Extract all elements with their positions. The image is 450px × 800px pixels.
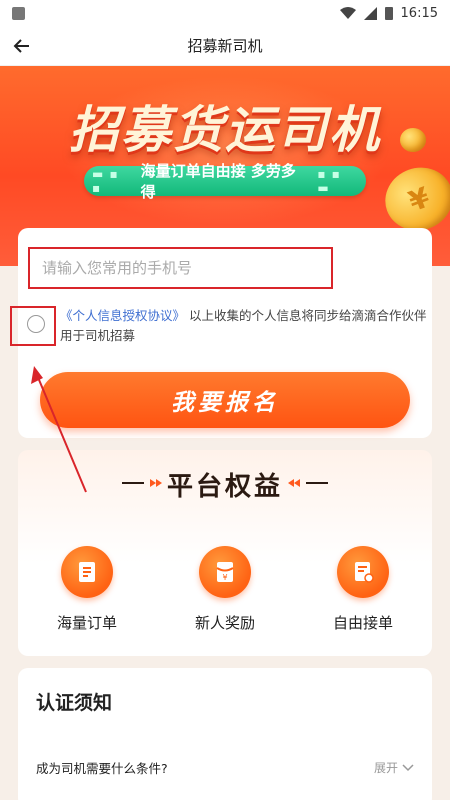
- status-bar-right: 16:15: [339, 5, 438, 21]
- coin-small-icon: [400, 128, 426, 152]
- title-deco-right-icon: [288, 479, 328, 487]
- benefits-title: 平台权益: [166, 472, 283, 502]
- signal-icon: [363, 6, 377, 20]
- hero-title: 招募货运司机: [69, 101, 381, 159]
- red-envelope-icon: ¥: [199, 546, 251, 598]
- agreement-checkbox[interactable]: [27, 315, 45, 333]
- notification-icon: [12, 6, 25, 20]
- back-arrow-icon: [13, 39, 29, 53]
- order-list-icon: [61, 546, 113, 598]
- benefit-label: 海量订单: [56, 614, 117, 632]
- faq-toggle-label: 展开: [373, 761, 398, 775]
- notice-title: 认证须知: [36, 692, 113, 714]
- signup-button[interactable]: 我要报名: [40, 372, 410, 428]
- chevron-down-icon: [402, 763, 414, 771]
- hero-slogan-pill: ▬ ▪ ▪ 海量订单自由接 多劳多得 ▪ ▪ ▬: [84, 162, 366, 201]
- slogan-dots-left: ▬ ▪ ▪: [92, 167, 119, 195]
- benefit-massive-orders: 海量订单: [32, 546, 142, 633]
- document-icon: [337, 546, 389, 598]
- app-bar: 招募新司机: [0, 26, 450, 66]
- benefit-newbie-reward: ¥ 新人奖励: [170, 546, 280, 633]
- benefit-free-orders: 自由接单: [308, 546, 418, 633]
- back-button[interactable]: [10, 34, 34, 58]
- faq-expand-toggle[interactable]: 展开: [374, 759, 414, 776]
- page-title: 招募新司机: [187, 37, 263, 55]
- slogan-dots-right: ▪ ▪ ▬: [317, 167, 341, 195]
- agreement-link[interactable]: 《个人信息授权协议》: [60, 308, 185, 323]
- wifi-icon: [339, 7, 356, 19]
- faq-item[interactable]: 成为司机需要什么条件? 展开: [36, 758, 414, 777]
- benefit-label: 新人奖励: [194, 614, 255, 632]
- status-bar: 16:15: [0, 0, 450, 26]
- agreement-text: 《个人信息授权协议》 以上收集的个人信息将同步给滴滴合作伙伴用于司机招募: [60, 306, 432, 346]
- battery-icon: [384, 6, 393, 20]
- svg-text:¥: ¥: [222, 573, 227, 582]
- hero-slogan: 海量订单自由接 多劳多得: [140, 162, 296, 201]
- benefits-card: 平台权益 海量订单 ¥ 新人奖励 自由接单: [18, 450, 432, 656]
- phone-input[interactable]: [28, 247, 333, 289]
- faq-question: 成为司机需要什么条件?: [36, 761, 168, 776]
- notice-card: 认证须知 成为司机需要什么条件? 展开: [18, 668, 432, 800]
- status-time: 16:15: [400, 5, 438, 21]
- benefit-label: 自由接单: [332, 614, 393, 632]
